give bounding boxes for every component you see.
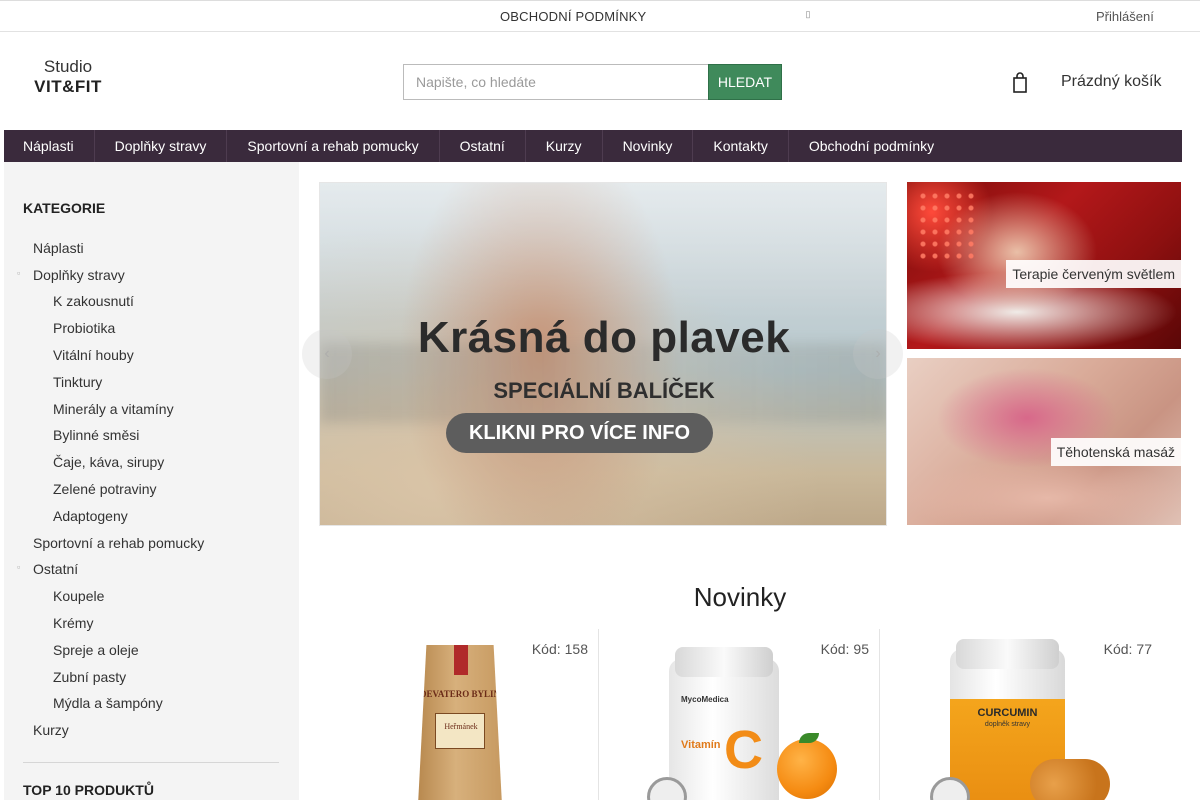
slider-prev-arrow-icon[interactable]: ‹ [302, 329, 352, 379]
product-code-label: Kód: [531, 641, 561, 657]
promo-caption[interactable]: Terapie červeným světlem [1006, 260, 1181, 288]
red-light-panel-image [917, 190, 977, 260]
category-zubni-pasty[interactable]: Zubní pasty [53, 669, 126, 685]
category-sidebar: KATEGORIE Náplasti ▫ Doplňky stravy K za… [4, 162, 299, 800]
sidebar-divider [23, 762, 279, 763]
expand-bullet-icon: ▫ [17, 562, 21, 572]
slider-next-arrow-icon[interactable]: › [853, 329, 903, 379]
category-sportovni[interactable]: Sportovní a rehab pomucky [33, 535, 204, 551]
terms-link[interactable]: OBCHODNÍ PODMÍNKY [500, 9, 646, 24]
category-spreje[interactable]: Spreje a oleje [53, 642, 139, 658]
category-vitalni-houby[interactable]: Vitální houby [53, 347, 134, 363]
category-zelene-potraviny[interactable]: Zelené potraviny [53, 481, 157, 497]
site-logo[interactable]: Studio VIT&FIT [28, 58, 108, 102]
cart-label[interactable]: Prázdný košík [1061, 73, 1161, 91]
product-brand: DEVATERO BYLIN [420, 689, 500, 699]
product-letter: C [724, 720, 763, 780]
logo-line-brand: VIT&FIT [34, 77, 102, 96]
category-adaptogeny[interactable]: Adaptogeny [53, 508, 128, 524]
nav-item-sportovni[interactable]: Sportovní a rehab pomucky [227, 130, 440, 162]
product-brand: MycoMedica [681, 695, 729, 704]
bag-label: Heřmánek [435, 713, 485, 749]
product-code-label: Kód: [820, 641, 850, 657]
search-input[interactable] [403, 64, 709, 100]
product-code-label: Kód: [1103, 641, 1133, 657]
product-code-value: 95 [853, 641, 869, 657]
category-doplnky[interactable]: Doplňky stravy [33, 267, 125, 283]
nav-item-kontakty[interactable]: Kontakty [693, 130, 789, 162]
expand-bullet-icon: ▫ [17, 268, 21, 278]
product-image[interactable]: MycoMedica Vitamín C [669, 647, 779, 800]
category-k-zakousnuti[interactable]: K zakousnutí [53, 293, 134, 309]
logo-line-studio: Studio [43, 57, 93, 76]
category-kurzy[interactable]: Kurzy [33, 722, 69, 738]
product-label: CURCUMIN [977, 707, 1038, 719]
category-probiotika[interactable]: Probiotika [53, 320, 115, 336]
product-code: Kód: 95 [821, 641, 869, 657]
nav-item-novinky[interactable]: Novinky [603, 130, 694, 162]
categories-heading: KATEGORIE [23, 200, 106, 216]
promo-red-light-therapy[interactable]: Terapie červeným světlem [907, 182, 1181, 349]
category-mineraly[interactable]: Minerály a vitamíny [53, 401, 174, 417]
product-card[interactable]: Kód: 158 DEVATERO BYLIN Heřmánek [318, 629, 599, 800]
login-link[interactable]: Přihlášení [1096, 9, 1154, 24]
promo-pregnancy-massage[interactable]: Těhotenská masáž [907, 358, 1181, 525]
nav-item-ostatni[interactable]: Ostatní [440, 130, 526, 162]
product-label: Heřmánek [444, 722, 478, 731]
product-code-value: 158 [564, 641, 588, 657]
shopping-cart-icon[interactable] [1012, 72, 1028, 94]
category-tinktury[interactable]: Tinktury [53, 374, 102, 390]
slide-subheadline: SPECIÁLNÍ BALÍČEK [493, 378, 715, 403]
product-card[interactable]: Kód: 77 CURCUMIN doplněk stravy [880, 629, 1181, 800]
orange-image [777, 739, 837, 799]
product-code-value: 77 [1136, 641, 1152, 657]
category-bylinne-smesi[interactable]: Bylinné směsi [53, 427, 139, 443]
slide-headline: Krásná do plavek [417, 313, 791, 362]
nav-item-naplasti[interactable]: Náplasti [4, 130, 95, 162]
hero-slider[interactable]: Krásná do plavek SPECIÁLNÍ BALÍČEK KLIKN… [319, 182, 887, 526]
jar-cap [956, 639, 1059, 669]
product-label: Vitamín [681, 739, 721, 751]
category-ostatni[interactable]: Ostatní [33, 561, 78, 577]
promo-caption[interactable]: Těhotenská masáž [1050, 438, 1181, 466]
top10-heading: TOP 10 PRODUKTŮ [23, 782, 154, 798]
jar-cap [675, 647, 773, 677]
globe-icon[interactable]: ▯ [803, 9, 813, 23]
search-button[interactable]: HLEDAT [708, 64, 782, 100]
novinky-heading: Novinky [693, 582, 787, 612]
slide-cta-button[interactable]: KLIKNI PRO VÍCE INFO [446, 413, 713, 453]
bag-tag [454, 645, 468, 675]
product-image[interactable]: DEVATERO BYLIN Heřmánek [418, 645, 502, 800]
turmeric-image [1030, 759, 1110, 800]
nav-item-obchodni-podminky[interactable]: Obchodní podmínky [789, 130, 954, 162]
category-naplasti[interactable]: Náplasti [33, 240, 84, 256]
nav-item-doplnky[interactable]: Doplňky stravy [95, 130, 228, 162]
top-bar: OBCHODNÍ PODMÍNKY ▯ Přihlášení [0, 0, 1200, 32]
main-nav: Náplasti Doplňky stravy Sportovní a reha… [4, 130, 1182, 162]
product-code: Kód: 77 [1104, 641, 1152, 657]
category-kremy[interactable]: Krémy [53, 615, 93, 631]
product-sublabel: doplněk stravy [984, 721, 1031, 728]
product-card[interactable]: Kód: 95 MycoMedica Vitamín C [599, 629, 880, 800]
nav-item-kurzy[interactable]: Kurzy [526, 130, 603, 162]
category-caje[interactable]: Čaje, káva, sirupy [53, 454, 164, 470]
category-mydla[interactable]: Mýdla a šampóny [53, 695, 163, 711]
product-code: Kód: 158 [532, 641, 588, 657]
